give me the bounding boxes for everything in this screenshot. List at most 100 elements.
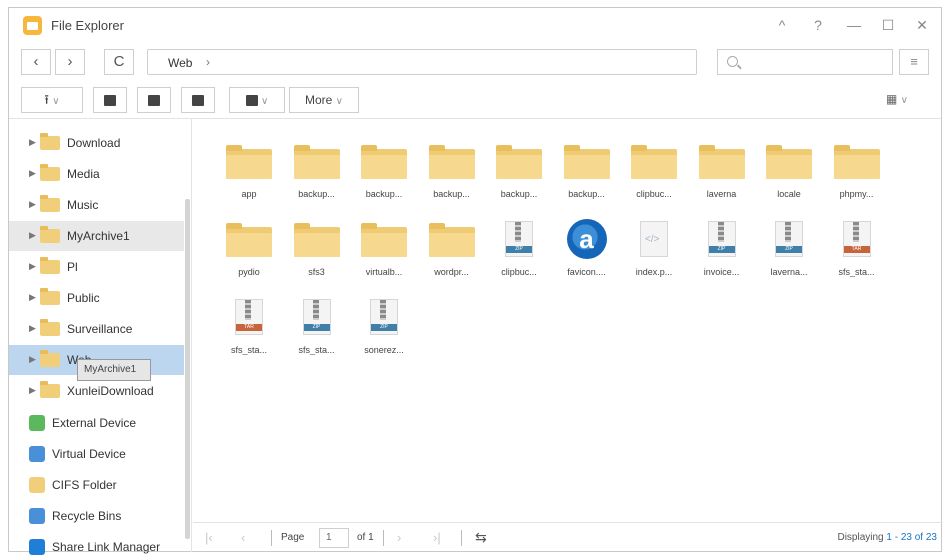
more-button[interactable]: More ∨	[289, 87, 359, 113]
last-page-button[interactable]: ›|	[433, 530, 441, 545]
sidebar-item-pl[interactable]: ▶ Pl	[9, 252, 184, 282]
archive-file-icon: TAR	[235, 299, 263, 335]
sidebar-item-download[interactable]: ▶ Download	[9, 128, 184, 158]
sidebar-item-label: CIFS Folder	[52, 478, 117, 492]
breadcrumb-web[interactable]: Web	[168, 56, 192, 70]
file-item[interactable]: ZIP clipbuc...	[489, 219, 549, 291]
new-folder-button[interactable]	[93, 87, 127, 113]
sidebar-item-external-device[interactable]: External Device	[9, 408, 184, 438]
file-item[interactable]: </> index.p...	[624, 219, 684, 291]
file-item[interactable]: locale	[759, 141, 819, 213]
refresh-icon[interactable]: ⇆	[475, 529, 487, 546]
forward-button[interactable]: ›	[55, 49, 85, 75]
virtual-device-icon	[29, 446, 45, 462]
sidebar-item-virtual-device[interactable]: Virtual Device	[9, 439, 184, 469]
file-item[interactable]: backup...	[557, 141, 617, 213]
expand-arrow-icon[interactable]: ▶	[29, 199, 36, 210]
expand-arrow-icon[interactable]: ▶	[29, 230, 36, 241]
share-icon	[245, 95, 258, 107]
expand-arrow-icon[interactable]: ▶	[29, 385, 36, 396]
expand-arrow-icon[interactable]: ▶	[29, 137, 36, 148]
sidebar-item-public[interactable]: ▶ Public	[9, 283, 184, 313]
sidebar-item-music[interactable]: ▶ Music	[9, 190, 184, 220]
file-extension: ZIP	[380, 324, 388, 330]
toolbar: ⭱ ∨ ∨ More ∨ ▦ ∨	[9, 85, 941, 115]
display-count: Displaying 1 - 23 of 23	[837, 532, 937, 543]
file-item[interactable]: a favicon....	[557, 219, 617, 291]
copy-button[interactable]	[181, 87, 215, 113]
pin-icon[interactable]: ^	[771, 15, 793, 35]
file-item[interactable]: pydio	[219, 219, 279, 291]
sidebar-item-recycle-bins[interactable]: Recycle Bins	[9, 501, 184, 531]
archive-file-icon: ZIP	[707, 221, 736, 257]
expand-arrow-icon[interactable]: ▶	[29, 168, 36, 179]
file-item[interactable]: virtualb...	[354, 219, 414, 291]
close-button[interactable]: ✕	[911, 15, 933, 35]
folder-icon	[833, 145, 880, 179]
folder-icon	[766, 145, 812, 179]
path-bar[interactable]: Web ›	[147, 49, 697, 75]
file-item[interactable]: backup...	[287, 141, 347, 213]
refresh-button[interactable]: C	[104, 49, 134, 75]
pagination-bar: |‹ ‹ Page 1 of 1 › ›| ⇆ Displaying 1 - 2…	[193, 522, 943, 552]
help-icon[interactable]: ?	[807, 15, 829, 35]
archive-file-icon: TAR	[842, 221, 871, 257]
archive-file-icon: ZIP	[505, 221, 533, 257]
previous-page-button[interactable]: ‹	[241, 530, 245, 545]
folder-icon	[631, 145, 677, 179]
back-button[interactable]: ‹	[21, 49, 51, 75]
file-name: backup...	[365, 189, 403, 199]
file-item[interactable]: backup...	[422, 141, 482, 213]
expand-arrow-icon[interactable]: ▶	[29, 323, 36, 334]
more-label: More	[304, 93, 333, 107]
file-item[interactable]: backup...	[489, 141, 549, 213]
file-item[interactable]: laverna	[692, 141, 752, 213]
share-button[interactable]: ∨	[229, 87, 285, 113]
file-item[interactable]: phpmy...	[827, 141, 887, 213]
sidebar-item-label: Surveillance	[67, 322, 133, 336]
archive-file-icon: ZIP	[302, 299, 331, 335]
view-mode-button[interactable]: ▦ ∨	[869, 87, 925, 113]
next-page-button[interactable]: ›	[397, 530, 401, 545]
maximize-button[interactable]: ☐	[877, 15, 899, 35]
minimize-button[interactable]: —	[843, 15, 865, 35]
sidebar-item-share-link-manager[interactable]: Share Link Manager	[9, 532, 184, 557]
sidebar-item-media[interactable]: ▶ Media	[9, 159, 184, 189]
file-name: laverna...	[770, 267, 808, 277]
file-item[interactable]: ZIP invoice...	[692, 219, 752, 291]
folder-icon	[226, 223, 272, 257]
expand-arrow-icon[interactable]: ▶	[29, 292, 36, 303]
divider	[461, 530, 462, 546]
sidebar-scrollbar[interactable]	[185, 199, 190, 539]
sidebar-item-cifs-folder[interactable]: CIFS Folder	[9, 470, 184, 500]
chevron-down-icon: ∨	[52, 96, 60, 107]
first-page-button[interactable]: |‹	[205, 530, 213, 545]
file-item[interactable]: TAR sfs_sta...	[219, 297, 279, 369]
upload-button[interactable]: ⭱ ∨	[21, 87, 83, 113]
sidebar-item-label: Public	[67, 291, 100, 305]
search-input[interactable]	[717, 49, 893, 75]
file-item[interactable]: ZIP sonerez...	[354, 297, 414, 369]
new-folder-icon	[104, 95, 116, 107]
file-item[interactable]: clipbuc...	[624, 141, 684, 213]
sidebar-item-surveillance[interactable]: ▶ Surveillance	[9, 314, 184, 344]
file-item[interactable]: ZIP sfs_sta...	[287, 297, 347, 369]
chevron-right-icon: ›	[206, 55, 210, 69]
page-number-input[interactable]: 1	[319, 528, 349, 548]
file-item[interactable]: app	[219, 141, 279, 213]
file-item[interactable]: ZIP laverna...	[759, 219, 819, 291]
divider	[271, 530, 272, 546]
file-name: sfs_sta...	[298, 345, 335, 355]
sidebar-item-myarchive1[interactable]: ▶ MyArchive1	[9, 221, 184, 251]
expand-arrow-icon[interactable]: ▶	[29, 261, 36, 272]
file-item[interactable]: TAR sfs_sta...	[827, 219, 887, 291]
sidebar: ▶ Download ▶ Media ▶ Music ▶ MyArchive1 ▶ Pl ▶ Publ…	[9, 119, 192, 555]
file-item[interactable]: backup...	[354, 141, 414, 213]
folder-icon	[226, 145, 272, 179]
expand-arrow-icon[interactable]: ▶	[29, 354, 36, 365]
folder-icon	[496, 145, 542, 179]
folder-action-button[interactable]	[137, 87, 171, 113]
file-item[interactable]: sfs3	[287, 219, 347, 291]
file-item[interactable]: wordpr...	[422, 219, 482, 291]
advanced-search-button[interactable]: ≡	[899, 49, 929, 75]
